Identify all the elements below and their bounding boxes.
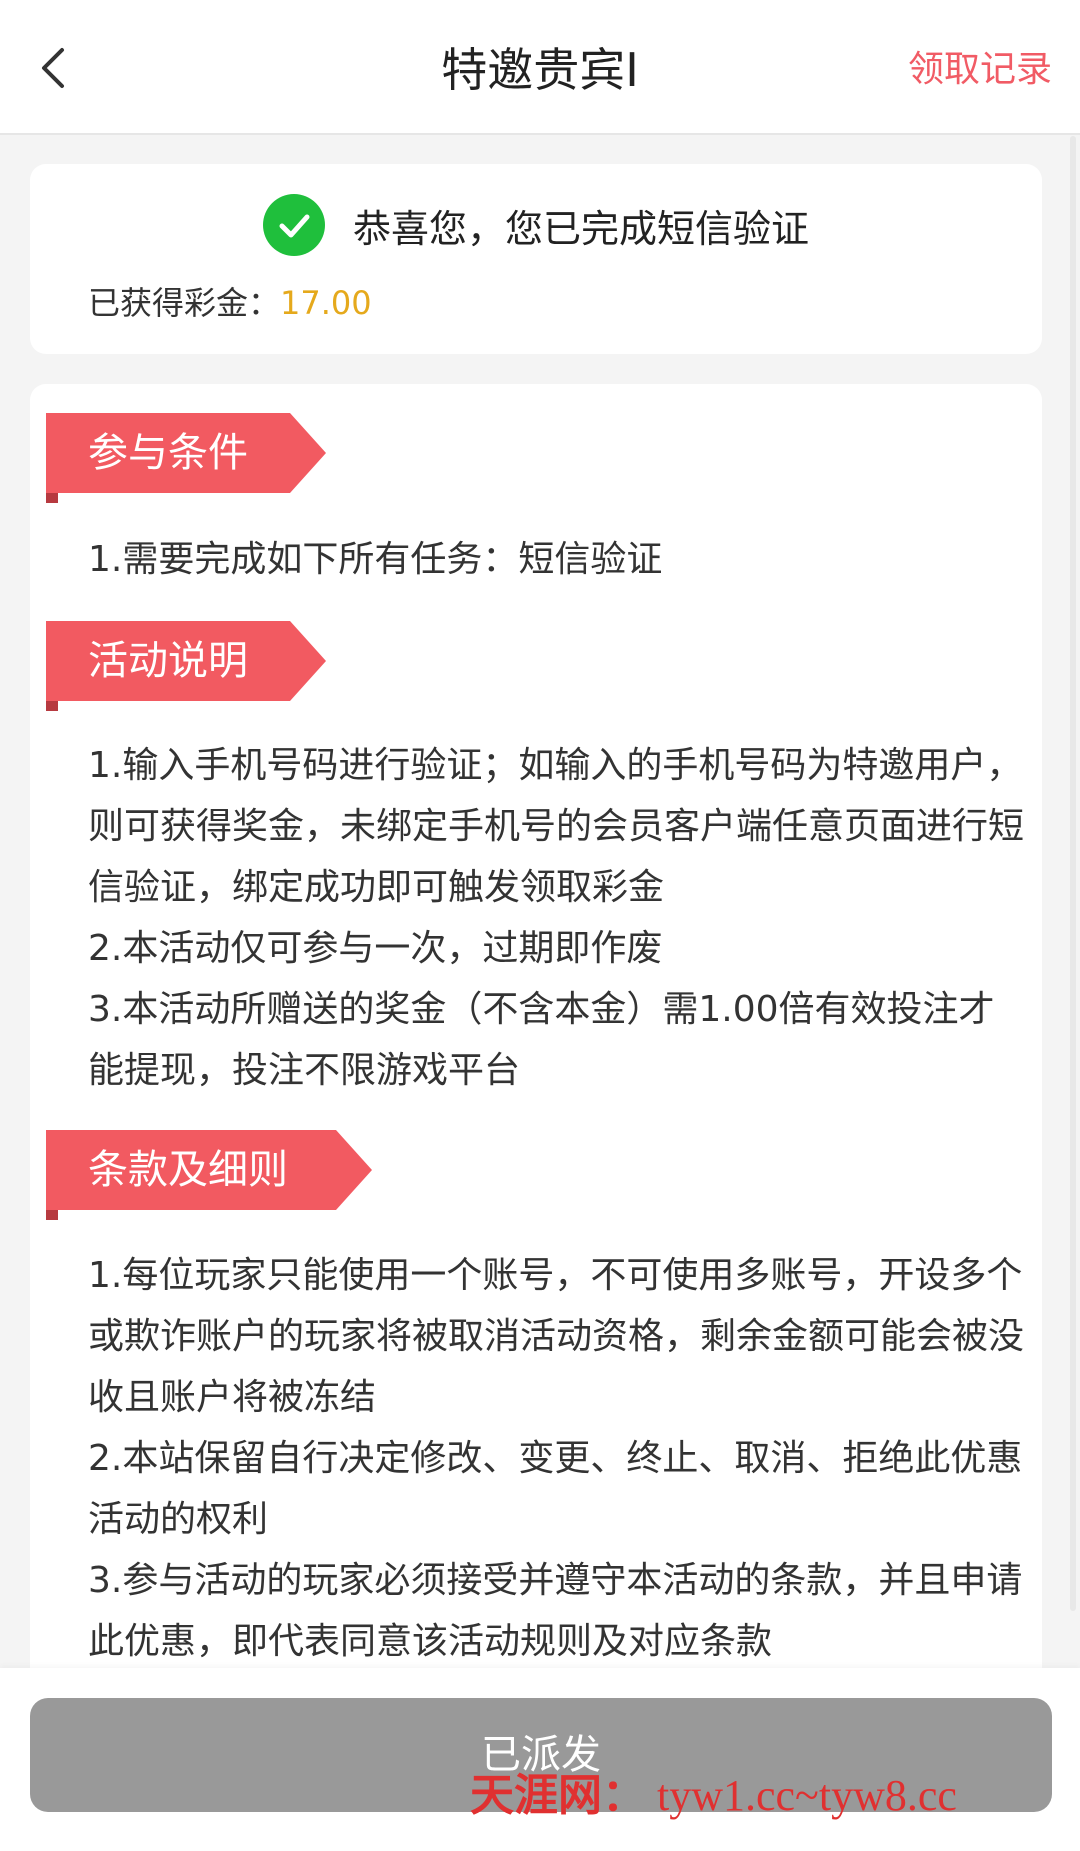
- watermark: 天涯网： tyw1.cc~tyw8.cc: [470, 1766, 957, 1826]
- section-tag-terms: 条款及细则: [46, 1130, 372, 1210]
- top-nav-bar: 特邀贵宾I 领取记录: [0, 0, 1080, 135]
- success-row: 恭喜您，您已完成短信验证: [30, 190, 1042, 260]
- check-circle-icon: [262, 194, 325, 256]
- scrollbar[interactable]: [1070, 136, 1076, 1611]
- tag-fold-decoration: [46, 701, 58, 711]
- terms-paragraph-1: 1.每位玩家只能使用一个账号，不可使用多账号，开设多个或欺诈账户的玩家将被取消活…: [88, 1255, 1025, 1418]
- success-card: 恭喜您，您已完成短信验证 已获得彩金：17.00: [30, 164, 1042, 354]
- watermark-brand: 天涯网：: [470, 1771, 646, 1820]
- bonus-label: 已获得彩金：: [88, 284, 281, 322]
- description-paragraph-1: 1.输入手机号码进行验证；如输入的手机号码为特邀用户，则可获得奖金，未绑定手机号…: [88, 745, 1025, 908]
- success-message: 恭喜您，您已完成短信验证: [352, 206, 809, 251]
- bonus-row: 已获得彩金：17.00: [88, 277, 372, 329]
- section-tag-description: 活动说明: [46, 621, 326, 701]
- description-paragraph-3: 3.本活动所赠送的奖金（不含本金）需1.00倍有效投注才能提现，投注不限游戏平台: [88, 989, 995, 1091]
- activity-info-card: 参与条件 1.需要完成如下所有任务：短信验证 活动说明 1.输入手机号码进行验证…: [30, 384, 1042, 1851]
- conditions-paragraph-1: 1.需要完成如下所有任务：短信验证: [88, 539, 663, 580]
- tag-fold-decoration: [46, 1210, 58, 1220]
- bottom-action-bar: 已派发 天涯网： tyw1.cc~tyw8.cc: [0, 1668, 1080, 1851]
- terms-paragraph-2: 2.本站保留自行决定修改、变更、终止、取消、拒绝此优惠活动的权利: [88, 1438, 1023, 1540]
- tag-fold-decoration: [46, 493, 58, 503]
- section-tag-conditions: 参与条件: [46, 413, 326, 493]
- description-paragraph-2: 2.本活动仅可参与一次，过期即作废: [88, 928, 663, 969]
- bonus-value: 17.00: [280, 284, 372, 322]
- watermark-urls: tyw1.cc~tyw8.cc: [657, 1771, 957, 1820]
- claim-record-link[interactable]: 领取记录: [908, 44, 1052, 96]
- terms-paragraph-3: 3.参与活动的玩家必须接受并遵守本活动的条款，并且申请此优惠，即代表同意该活动规…: [88, 1560, 1023, 1662]
